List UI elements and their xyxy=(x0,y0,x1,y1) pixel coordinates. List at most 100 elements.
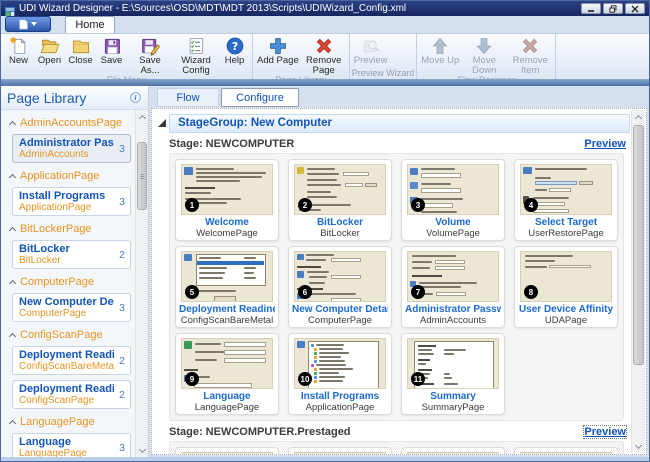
page-card-type: LanguagePage xyxy=(179,402,275,413)
page-number-badge: 6 xyxy=(298,285,312,299)
info-icon[interactable]: i xyxy=(129,91,142,104)
page-thumbnail: 3 xyxy=(407,164,499,215)
button-label: New xyxy=(9,56,28,66)
sidebar-page-item[interactable]: Deployment ReadinessConfigScanBareMetal2 xyxy=(12,346,131,375)
app-window: UDI Wizard Designer - E:\Sources\OSD\MDT… xyxy=(0,0,650,462)
sidebar-scrollbar-thumb[interactable] xyxy=(137,142,147,210)
ribbon-group-page-library: Add PageRemove PagePage Library xyxy=(253,34,350,79)
page-card[interactable]: 5Deployment ReadinessConfigScanBareMetal xyxy=(175,246,279,328)
application-menu-button[interactable] xyxy=(5,16,51,32)
wizard-config-icon xyxy=(186,35,206,56)
sidebar-group-languagepage[interactable]: LanguagePage xyxy=(8,416,132,428)
button-label: Help xyxy=(225,56,245,66)
page-card[interactable] xyxy=(514,447,618,455)
save-as-button[interactable]: Save As... xyxy=(127,35,173,75)
new-button[interactable]: New xyxy=(3,35,34,66)
sidebar-group-applicationpage[interactable]: ApplicationPage xyxy=(8,170,132,182)
sidebar-page-item[interactable]: New Computer DetailsComputerPage3 xyxy=(12,293,131,322)
wizard-config-button[interactable]: Wizard Config xyxy=(173,35,219,75)
expander-icon[interactable] xyxy=(158,119,166,127)
stage-page-grid: 1WelcomeWelcomePage2BitLockerBitLocker3V… xyxy=(169,153,624,421)
save-button[interactable]: Save xyxy=(96,35,127,66)
window-bottom-edge xyxy=(1,457,649,461)
collapse-chevron-icon xyxy=(9,419,16,426)
sidebar-group-label: BitLockerPage xyxy=(20,223,92,235)
restore-icon xyxy=(609,5,617,13)
help-button[interactable]: ? Help xyxy=(219,35,250,66)
minimize-button[interactable] xyxy=(581,3,601,14)
configure-panel: StageGroup: New Computer Stage: NEWCOMPU… xyxy=(151,108,647,455)
page-card-title: Select Target xyxy=(518,217,614,228)
scroll-down-icon[interactable] xyxy=(136,444,148,457)
page-thumbnail: 4 xyxy=(520,164,612,215)
svg-text:?: ? xyxy=(231,39,237,52)
page-item-count: 2 xyxy=(119,249,125,261)
page-number-badge: 4 xyxy=(524,198,538,212)
page-item-type: ConfigScanPage xyxy=(19,395,114,406)
sidebar-page-item[interactable]: Install ProgramsApplicationPage3 xyxy=(12,187,131,216)
remove-item-button: Remove Item xyxy=(507,35,553,75)
scroll-up-icon[interactable] xyxy=(632,110,645,123)
close-button[interactable] xyxy=(625,3,645,14)
stage-preview-link[interactable]: Preview xyxy=(584,138,626,150)
chevron-down-icon xyxy=(31,22,37,26)
page-card[interactable] xyxy=(401,447,505,455)
page-item-count: 2 xyxy=(119,355,125,367)
stage-group-header[interactable]: StageGroup: New Computer xyxy=(169,114,630,133)
remove-page-button[interactable]: Remove Page xyxy=(301,35,347,75)
main-scrollbar[interactable] xyxy=(631,110,645,453)
page-card-title: User Device Affinity xyxy=(518,304,614,315)
page-item-title: New Computer Details xyxy=(19,296,114,308)
sidebar-group-adminaccountspage[interactable]: AdminAccountsPage xyxy=(8,117,132,129)
page-item-type: BitLocker xyxy=(19,255,114,266)
tab-flow[interactable]: Flow xyxy=(157,88,219,107)
sidebar-group-bitlockerpage[interactable]: BitLockerPage xyxy=(8,223,132,235)
page-card-title: Install Programs xyxy=(292,391,388,402)
page-card[interactable]: 9 LanguageLanguagePage xyxy=(175,333,279,415)
open-folder-icon xyxy=(40,35,60,56)
page-card[interactable]: 8User Device AffinityUDAPage xyxy=(514,246,618,328)
page-card[interactable] xyxy=(288,447,392,455)
page-card[interactable] xyxy=(175,447,279,455)
sidebar-scrollbar[interactable] xyxy=(135,110,148,457)
page-thumbnail: 9 xyxy=(181,338,273,389)
page-card-title: Administrator Passw... xyxy=(405,304,501,315)
button-label: Remove Page xyxy=(303,56,345,75)
restore-button[interactable] xyxy=(603,3,623,14)
ribbon-tab-home[interactable]: Home xyxy=(65,16,115,33)
scroll-down-icon[interactable] xyxy=(632,440,645,453)
page-card[interactable]: 7Administrator Passw...AdminAccounts xyxy=(401,246,505,328)
page-card[interactable]: 1WelcomeWelcomePage xyxy=(175,159,279,241)
page-thumbnail: 2 xyxy=(294,164,386,215)
remove-item-icon xyxy=(520,35,540,56)
sidebar-page-item[interactable]: Deployment ReadinessConfigScanPage2 xyxy=(12,380,131,409)
page-card-title: New Computer Details xyxy=(292,304,388,315)
page-card[interactable]: 11SummarySummaryPage xyxy=(401,333,505,415)
page-card[interactable]: 10Install ProgramsApplicationPage xyxy=(288,333,392,415)
collapse-chevron-icon xyxy=(9,279,16,286)
page-card[interactable]: 2BitLockerBitLocker xyxy=(288,159,392,241)
page-thumbnail: 7 xyxy=(407,251,499,302)
sidebar-page-item[interactable]: Administrator PasswordAdminAccounts3 xyxy=(12,134,131,163)
sidebar-page-item[interactable]: LanguageLanguagePage3 xyxy=(12,433,131,457)
sidebar-group-configscanpage[interactable]: ConfigScanPage xyxy=(8,329,132,341)
sidebar-list: AdminAccountsPage Administrator PasswordA… xyxy=(1,110,135,457)
scroll-up-icon[interactable] xyxy=(136,110,148,123)
tab-configure[interactable]: Configure xyxy=(221,88,299,107)
button-label: Move Down xyxy=(463,56,505,75)
open-button[interactable]: Open xyxy=(34,35,65,66)
main-scrollbar-thumb[interactable] xyxy=(633,125,644,365)
page-card-type: BitLocker xyxy=(292,228,388,239)
page-card[interactable]: 3VolumeVolumePage xyxy=(401,159,505,241)
sidebar-page-item[interactable]: BitLockerBitLocker2 xyxy=(12,240,131,269)
page-item-title: Install Programs xyxy=(19,190,114,202)
page-thumbnail: 11 xyxy=(407,338,499,389)
page-item-title: Deployment Readiness xyxy=(19,383,114,395)
add-page-button[interactable]: Add Page xyxy=(255,35,301,66)
stage-preview-link[interactable]: Preview xyxy=(584,426,626,438)
page-card-title: Language xyxy=(179,391,275,402)
sidebar-group-computerpage[interactable]: ComputerPage xyxy=(8,276,132,288)
page-card[interactable]: 4Select TargetUserRestorePage xyxy=(514,159,618,241)
close-button[interactable]: Close xyxy=(65,35,96,66)
page-card[interactable]: 6New Computer DetailsComputerPage xyxy=(288,246,392,328)
